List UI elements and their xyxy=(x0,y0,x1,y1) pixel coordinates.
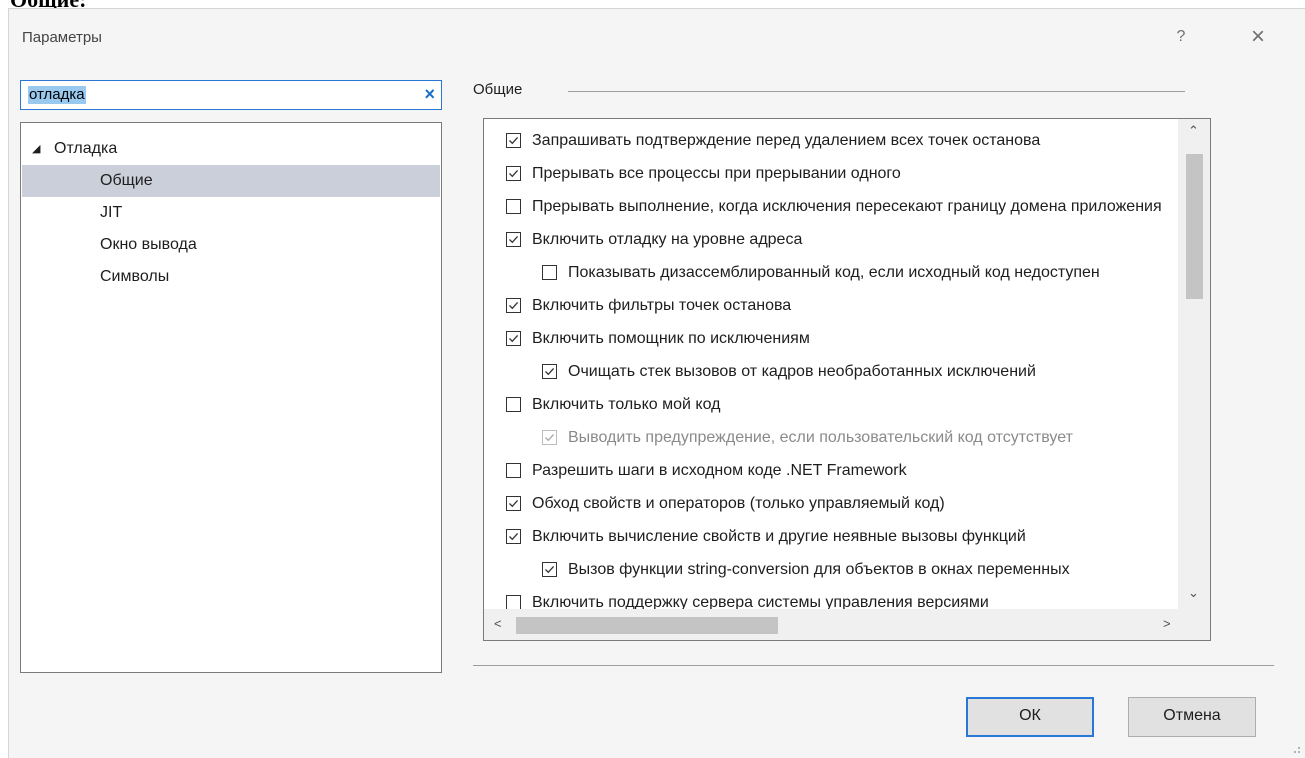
option-label: Включить вычисление свойств и другие нея… xyxy=(532,528,1026,545)
option-label: Включить только мой код xyxy=(532,396,721,413)
check-icon xyxy=(545,367,555,376)
check-icon xyxy=(545,433,555,442)
tree-item-label: Символы xyxy=(100,268,170,285)
help-button[interactable]: ? xyxy=(1167,23,1195,51)
checkbox-checked[interactable] xyxy=(542,364,557,379)
tree-item-label: Отладка xyxy=(54,140,118,157)
checkbox-checked[interactable] xyxy=(506,232,521,247)
checkbox-checked[interactable] xyxy=(506,496,521,511)
checkbox-checked[interactable] xyxy=(542,562,557,577)
option-label: Очищать стек вызовов от кадров необработ… xyxy=(568,363,1036,380)
option-label: Показывать дизассемблированный код, если… xyxy=(568,264,1100,281)
option-label: Прерывать выполнение, когда исключения п… xyxy=(532,198,1162,215)
tree-item-label: Окно вывода xyxy=(100,236,197,253)
horizontal-scroll-thumb[interactable] xyxy=(516,617,778,634)
checkbox-unchecked[interactable] xyxy=(506,199,521,214)
option-label: Включить помощник по исключениям xyxy=(532,330,810,347)
option-label: Включить фильтры точек останова xyxy=(532,297,792,314)
checkbox-unchecked[interactable] xyxy=(506,463,521,478)
checkbox-checked[interactable] xyxy=(506,298,521,313)
footer-divider xyxy=(473,665,1274,666)
option-label: Обход свойств и операторов (только управ… xyxy=(532,495,945,512)
group-label: Общие xyxy=(473,81,523,98)
tree-item[interactable]: Общие xyxy=(22,165,440,197)
clear-search-icon[interactable]: × xyxy=(424,84,435,105)
checkbox-unchecked[interactable] xyxy=(506,397,521,412)
checkbox-checked[interactable] xyxy=(506,529,521,544)
vertical-scroll-thumb[interactable] xyxy=(1186,154,1203,299)
close-button[interactable]: × xyxy=(1243,22,1273,52)
tree-item-label: JIT xyxy=(100,204,123,221)
expand-arrow-icon[interactable]: ◢ xyxy=(32,133,40,165)
checkbox-unchecked[interactable] xyxy=(506,595,521,609)
tree-item[interactable]: Символы xyxy=(22,261,440,293)
scroll-left-icon[interactable]: < xyxy=(494,616,502,631)
option-label: Включить поддержку сервера системы управ… xyxy=(532,594,989,609)
check-icon xyxy=(509,235,519,244)
check-icon xyxy=(545,565,555,574)
tree-item[interactable]: JIT xyxy=(22,197,440,229)
checkbox-checked[interactable] xyxy=(506,133,521,148)
checkbox-checked xyxy=(542,430,557,445)
option-label: Включить отладку на уровне адреса xyxy=(532,231,803,248)
option-label: Выводить предупреждение, если пользовате… xyxy=(568,429,1073,446)
checkbox-unchecked[interactable] xyxy=(542,265,557,280)
check-icon xyxy=(509,136,519,145)
scroll-right-icon[interactable]: > xyxy=(1163,616,1171,631)
check-icon xyxy=(509,169,519,178)
resize-grip-icon[interactable] xyxy=(1291,744,1301,754)
checkbox-checked[interactable] xyxy=(506,166,521,181)
option-label: Разрешить шаги в исходном коде .NET Fram… xyxy=(532,462,907,479)
group-divider xyxy=(568,91,1185,92)
dialog-title: Параметры xyxy=(22,29,102,46)
check-icon xyxy=(509,301,519,310)
search-input-value: отладка xyxy=(28,86,86,104)
tree-item-label: Общие xyxy=(100,172,153,189)
tree-item[interactable]: Окно вывода xyxy=(22,229,440,261)
search-input[interactable]: отладка × xyxy=(20,80,442,110)
option-label: Запрашивать подтверждение перед удаление… xyxy=(532,132,1041,149)
options-tree: ◢ Отладка Общие JIT Окно вывода Символы xyxy=(20,122,442,673)
options-list: Запрашивать подтверждение перед удаление… xyxy=(483,118,1211,641)
horizontal-scrollbar[interactable]: < > xyxy=(484,609,1210,640)
check-icon xyxy=(509,532,519,541)
option-label: Вызов функции string-conversion для объе… xyxy=(568,561,1070,578)
check-icon xyxy=(509,499,519,508)
option-label: Прерывать все процессы при прерывании од… xyxy=(532,165,901,182)
checkbox-checked[interactable] xyxy=(506,331,521,346)
options-list-viewport: Запрашивать подтверждение перед удаление… xyxy=(484,119,1178,609)
vertical-scrollbar[interactable]: ⌃ ⌄ xyxy=(1178,119,1210,609)
ok-button[interactable]: ОК xyxy=(966,697,1094,737)
options-dialog: Параметры ? × отладка × ◢ Отладка Общие JIT… xyxy=(8,8,1305,758)
scroll-down-icon[interactable]: ⌄ xyxy=(1188,585,1199,601)
cancel-button[interactable]: Отмена xyxy=(1128,697,1256,737)
check-icon xyxy=(509,334,519,343)
tree-item[interactable]: ◢ Отладка xyxy=(22,133,440,165)
scroll-up-icon[interactable]: ⌃ xyxy=(1188,123,1199,139)
